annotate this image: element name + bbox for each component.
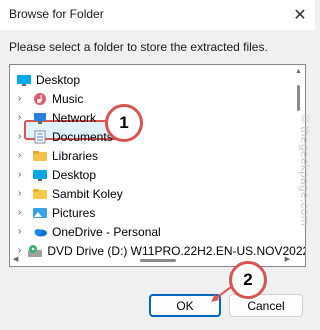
chevron-right-icon[interactable]: › xyxy=(18,112,26,122)
annotation-arrow xyxy=(211,286,232,302)
onedrive-icon xyxy=(32,225,48,239)
scroll-left-icon[interactable]: ◀ xyxy=(13,255,18,263)
close-icon: ✕ xyxy=(293,7,307,24)
tree-item-label: Sambit Koley xyxy=(52,186,123,201)
vertical-scroll-thumb[interactable] xyxy=(297,85,300,111)
tree-item[interactable]: › Sambit Koley xyxy=(18,184,298,203)
window-title: Browse for Folder xyxy=(9,7,104,21)
chevron-right-icon[interactable]: › xyxy=(18,169,26,179)
chevron-right-icon[interactable]: › xyxy=(18,131,26,141)
tree-item-label: Documents xyxy=(52,129,113,144)
tree-item[interactable]: › OneDrive - Personal xyxy=(18,222,298,241)
tree-item-label: Music xyxy=(52,91,84,106)
tree-item[interactable]: › Network xyxy=(18,108,298,127)
chevron-right-icon[interactable]: › xyxy=(18,188,26,198)
tree-item-label: Desktop xyxy=(36,72,81,87)
folder-tree[interactable]: Desktop › Music › Network › Documents › Librarie… xyxy=(9,64,306,267)
tree-item-label: Desktop xyxy=(52,167,97,182)
chevron-right-icon[interactable]: › xyxy=(18,207,26,217)
network-icon xyxy=(32,111,48,125)
pictures-icon xyxy=(32,206,48,220)
desktop-icon xyxy=(32,168,48,182)
tree-item-label: Libraries xyxy=(52,148,99,163)
instruction-text: Please select a folder to store the extr… xyxy=(9,40,268,54)
chevron-right-icon[interactable]: › xyxy=(18,226,26,236)
tree-item-label: OneDrive - Personal xyxy=(52,224,161,239)
horizontal-scroll-thumb[interactable] xyxy=(140,259,176,262)
tree-item[interactable]: › Music xyxy=(18,89,298,108)
tree-item-label: Network xyxy=(52,110,97,125)
chevron-right-icon[interactable]: › xyxy=(18,93,26,103)
desktop-icon xyxy=(16,73,32,87)
music-icon xyxy=(32,92,48,106)
chevron-right-icon[interactable]: › xyxy=(18,150,26,160)
libraries-icon xyxy=(32,149,48,163)
close-button[interactable]: ✕ xyxy=(285,0,315,30)
watermark: ©thegeekpage.com xyxy=(298,112,312,227)
scroll-up-icon[interactable]: ▲ xyxy=(295,68,302,75)
user-folder-icon xyxy=(32,187,48,201)
tree-item[interactable]: › Documents xyxy=(18,127,298,146)
tree-item[interactable]: › Desktop xyxy=(18,165,298,184)
annotation-step-1: 1 xyxy=(105,104,143,142)
title-bar: Browse for Folder ✕ xyxy=(0,0,315,30)
scroll-right-icon[interactable]: ▶ xyxy=(285,255,290,263)
tree-item[interactable]: › Pictures xyxy=(18,203,298,222)
tree-item[interactable]: Desktop xyxy=(16,70,296,89)
documents-icon xyxy=(32,130,48,144)
tree-item-label: Pictures xyxy=(52,205,96,220)
tree-item[interactable]: › Libraries xyxy=(18,146,298,165)
